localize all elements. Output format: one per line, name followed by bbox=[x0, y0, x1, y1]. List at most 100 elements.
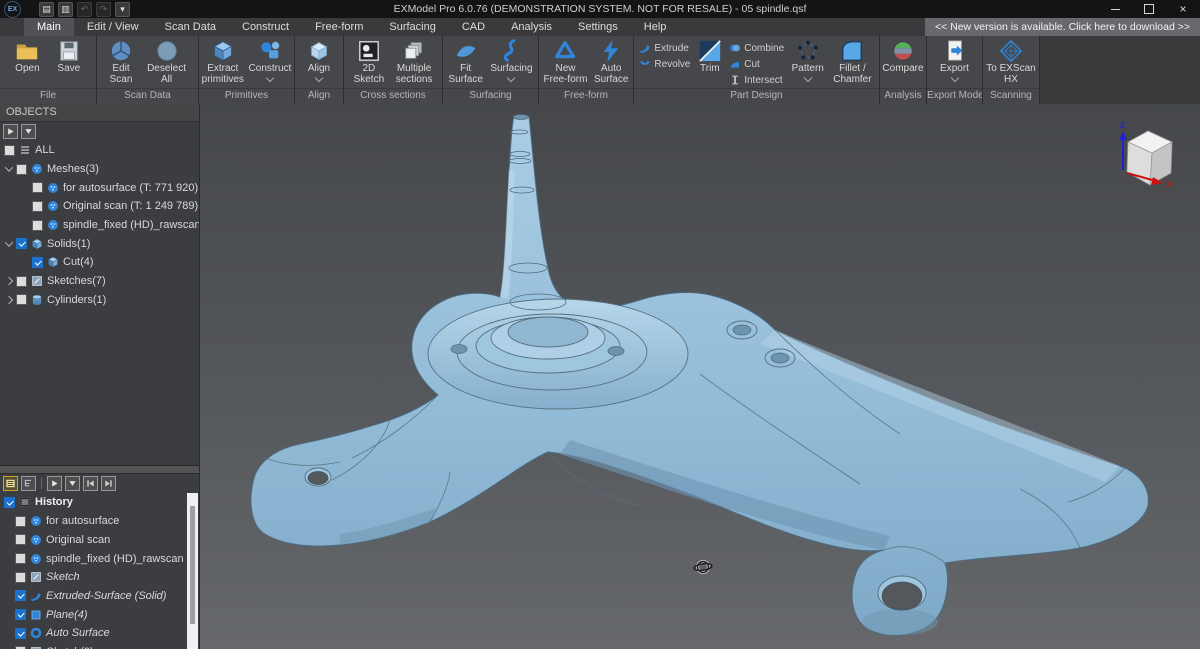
history-item-extruded-surface-solid[interactable]: Extruded-Surface (Solid) bbox=[0, 587, 185, 606]
panel-splitter[interactable] bbox=[0, 465, 199, 474]
tab-help[interactable]: Help bbox=[631, 18, 680, 36]
tab-cad[interactable]: CAD bbox=[449, 18, 498, 36]
tab-edit-view[interactable]: Edit / View bbox=[74, 18, 152, 36]
visibility-checkbox[interactable] bbox=[15, 553, 26, 564]
ribbon-button-surfacing[interactable]: Surfacing bbox=[488, 38, 534, 82]
history-item-spindle-fixed-hd-rawscan-copy[interactable]: spindle_fixed (HD)_rawscan - Copy bbox=[0, 549, 185, 568]
qat-more-icon[interactable]: ▾ bbox=[115, 2, 130, 17]
list-view-button[interactable] bbox=[3, 476, 18, 491]
ribbon-button-export[interactable]: Export bbox=[938, 38, 971, 82]
qat-saveas-icon[interactable]: ▥ bbox=[58, 2, 73, 17]
visibility-checkbox[interactable] bbox=[32, 257, 43, 268]
tab-surfacing[interactable]: Surfacing bbox=[376, 18, 448, 36]
visibility-checkbox[interactable] bbox=[16, 276, 27, 287]
history-scrollbar-thumb[interactable] bbox=[190, 506, 195, 624]
objects-item-cut-4[interactable]: Cut(4) bbox=[0, 253, 199, 272]
objects-item-cylinders-1[interactable]: Cylinders(1) bbox=[0, 291, 199, 310]
history-item-for-autosurface[interactable]: for autosurface bbox=[0, 512, 185, 531]
ribbon-button-multiple-sections[interactable]: Multiple sections bbox=[394, 38, 435, 86]
boss-bore bbox=[878, 576, 926, 610]
tab-construct[interactable]: Construct bbox=[229, 18, 302, 36]
ribbon-button-align[interactable]: Align bbox=[305, 38, 333, 82]
ribbon-button-auto-surface[interactable]: Auto Surface bbox=[592, 38, 630, 86]
undo-icon[interactable]: ↶ bbox=[77, 2, 92, 17]
visibility-checkbox[interactable] bbox=[15, 590, 26, 601]
visibility-checkbox[interactable] bbox=[32, 201, 43, 212]
visibility-checkbox[interactable] bbox=[4, 145, 15, 156]
close-button[interactable]: × bbox=[1166, 0, 1200, 18]
ribbon-button-combine[interactable]: Combine bbox=[729, 41, 784, 55]
objects-item-spindle-fixed-hd-rawscan-copy[interactable]: spindle_fixed (HD)_rawscan - Copy bbox=[0, 216, 199, 235]
orientation-cube[interactable]: z x bbox=[1119, 120, 1172, 190]
chevron-right-icon[interactable] bbox=[5, 296, 13, 304]
history-item-sketch[interactable]: Sketch bbox=[0, 568, 185, 587]
dropdown-caret-icon bbox=[315, 74, 323, 82]
ribbon-button-construct[interactable]: Construct bbox=[247, 38, 294, 82]
filter-down-button[interactable] bbox=[21, 124, 36, 139]
ribbon-button-extrude[interactable]: Extrude bbox=[639, 41, 690, 55]
history-item-history[interactable]: History bbox=[0, 493, 185, 512]
ribbon-button-intersect[interactable]: Intersect bbox=[729, 73, 784, 87]
viewport-3d[interactable]: z x bbox=[200, 104, 1200, 649]
ribbon-button-fit-surface[interactable]: Fit Surface bbox=[446, 38, 484, 86]
update-notification-link[interactable]: << New version is available. Click here … bbox=[925, 18, 1200, 36]
history-item-plane-4[interactable]: Plane(4) bbox=[0, 605, 185, 624]
expand-play-button[interactable] bbox=[47, 476, 62, 491]
objects-item-for-autosurface-t-771-920[interactable]: for autosurface (T: 771 920) bbox=[0, 178, 199, 197]
objects-item-original-scan-t-1-249-789[interactable]: Original scan (T: 1 249 789) bbox=[0, 197, 199, 216]
history-item-auto-surface[interactable]: Auto Surface bbox=[0, 624, 185, 643]
redo-icon[interactable]: ↷ bbox=[96, 2, 111, 17]
ribbon-button-to-exscan-hx[interactable]: To EXScan HX bbox=[984, 38, 1037, 86]
ribbon-button-deselect-all[interactable]: Deselect All bbox=[145, 38, 188, 86]
window-controls: × bbox=[1098, 0, 1200, 18]
ribbon-button-pattern[interactable]: Pattern bbox=[790, 38, 826, 82]
tab-analysis[interactable]: Analysis bbox=[498, 18, 565, 36]
ribbon-button-compare[interactable]: Compare bbox=[880, 38, 925, 75]
qat-save-icon[interactable]: ▤ bbox=[39, 2, 54, 17]
history-scrollbar[interactable] bbox=[187, 493, 198, 649]
history-item-original-scan[interactable]: Original scan bbox=[0, 530, 185, 549]
expand-play-button[interactable] bbox=[3, 124, 18, 139]
visibility-checkbox[interactable] bbox=[16, 238, 27, 249]
ribbon-button-trim[interactable]: Trim bbox=[696, 38, 724, 75]
objects-item-meshes-3[interactable]: Meshes(3) bbox=[0, 160, 199, 179]
ribbon-button-open[interactable]: Open bbox=[13, 38, 41, 75]
ribbon-button-fillet-chamfer[interactable]: Fillet / Chamfer bbox=[831, 38, 873, 86]
visibility-checkbox[interactable] bbox=[15, 516, 26, 527]
filter-down-button[interactable] bbox=[65, 476, 80, 491]
objects-item-solids-1[interactable]: Solids(1) bbox=[0, 234, 199, 253]
objects-item-all[interactable]: ALL bbox=[0, 141, 199, 160]
app-logo-icon[interactable]: EX bbox=[4, 1, 21, 18]
skip-end-button[interactable] bbox=[101, 476, 116, 491]
ribbon-button-revolve[interactable]: Revolve bbox=[639, 57, 690, 71]
ribbon-button-cut[interactable]: Cut bbox=[729, 57, 784, 71]
visibility-checkbox[interactable] bbox=[32, 220, 43, 231]
ribbon-button-save[interactable]: Save bbox=[55, 38, 83, 75]
ribbon-button-edit-scan[interactable]: Edit Scan bbox=[107, 38, 135, 86]
visibility-checkbox[interactable] bbox=[32, 182, 43, 193]
restore-button[interactable] bbox=[1132, 0, 1166, 18]
tab-main[interactable]: Main bbox=[24, 18, 74, 36]
minimize-button[interactable] bbox=[1098, 0, 1132, 18]
tab-settings[interactable]: Settings bbox=[565, 18, 631, 36]
visibility-checkbox[interactable] bbox=[15, 628, 26, 639]
ribbon-button-extract-primitives[interactable]: Extract primitives bbox=[200, 38, 246, 86]
visibility-checkbox[interactable] bbox=[15, 572, 26, 583]
tab-scan-data[interactable]: Scan Data bbox=[152, 18, 229, 36]
visibility-checkbox[interactable] bbox=[15, 609, 26, 620]
chevron-down-icon[interactable] bbox=[5, 163, 13, 171]
tree-view-button[interactable] bbox=[21, 476, 36, 491]
visibility-checkbox[interactable] bbox=[16, 294, 27, 305]
history-item-sketch-2[interactable]: Sketch(2) bbox=[0, 643, 185, 649]
chevron-down-icon[interactable] bbox=[5, 238, 13, 246]
visibility-checkbox[interactable] bbox=[15, 534, 26, 545]
visibility-checkbox[interactable] bbox=[16, 164, 27, 175]
ribbon-button-new-free-form[interactable]: New Free-form bbox=[542, 38, 590, 86]
ribbon-button-2d-sketch[interactable]: 2D Sketch bbox=[352, 38, 387, 86]
skip-start-icon bbox=[85, 478, 96, 489]
tab-free-form[interactable]: Free-form bbox=[302, 18, 376, 36]
skip-start-button[interactable] bbox=[83, 476, 98, 491]
chevron-right-icon[interactable] bbox=[5, 277, 13, 285]
objects-item-sketches-7[interactable]: Sketches(7) bbox=[0, 272, 199, 291]
visibility-checkbox[interactable] bbox=[4, 497, 15, 508]
